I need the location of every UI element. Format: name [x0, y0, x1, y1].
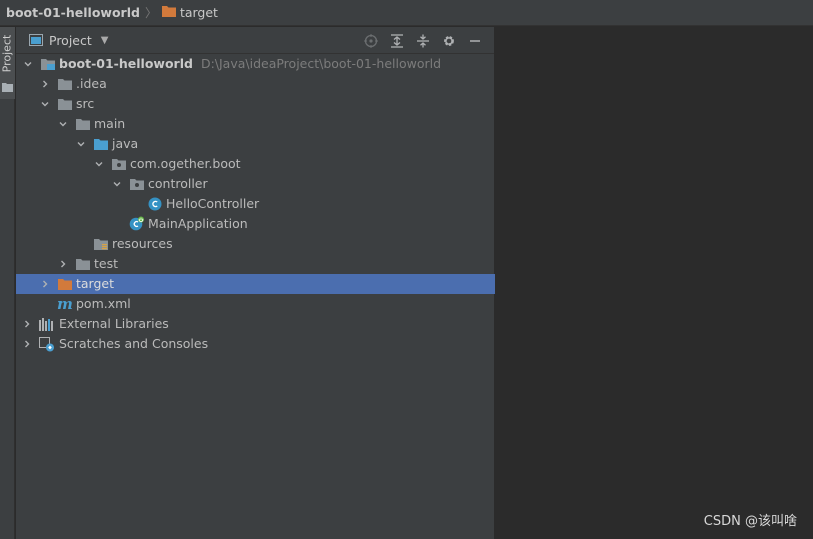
tree-item-label: Scratches and Consoles	[59, 336, 209, 351]
project-panel-header: Project ▼	[16, 27, 494, 54]
editor-area: CSDN @该叫啥	[496, 27, 813, 539]
package-icon	[111, 156, 127, 172]
tree-item-package[interactable]: com.ogether.boot	[16, 154, 495, 174]
tree-item-pom[interactable]: m pom.xml	[16, 294, 495, 314]
project-panel: Project ▼ boot-01-helloworld D:\Java\ide…	[16, 27, 495, 539]
chevron-right-icon[interactable]	[55, 254, 71, 274]
hide-panel-icon[interactable]	[462, 27, 488, 54]
class-icon	[147, 196, 163, 212]
folder-icon	[2, 80, 13, 95]
tree-item-label: resources	[112, 236, 173, 251]
tree-item-src[interactable]: src	[16, 94, 495, 114]
maven-icon: m	[57, 296, 73, 312]
locate-icon[interactable]	[358, 27, 384, 54]
tree-item-label: External Libraries	[59, 316, 169, 331]
watermark: CSDN @该叫啥	[703, 514, 797, 529]
project-name: boot-01-helloworld	[59, 56, 193, 71]
tree-item-external-libraries[interactable]: External Libraries	[16, 314, 495, 334]
project-view-icon	[29, 34, 43, 46]
folder-icon	[75, 256, 91, 272]
tree-item-java[interactable]: java	[16, 134, 495, 154]
breadcrumb-target[interactable]: target	[161, 5, 218, 20]
tree-item-label: target	[76, 276, 115, 291]
project-view-title[interactable]: Project	[49, 33, 92, 48]
resources-folder-icon	[93, 236, 109, 252]
expand-all-icon[interactable]	[384, 27, 410, 54]
breadcrumb-project[interactable]: boot-01-helloworld	[6, 5, 140, 20]
scratches-icon	[39, 336, 55, 352]
source-folder-icon	[93, 136, 109, 152]
tree-item-label: MainApplication	[148, 216, 248, 231]
chevron-down-icon[interactable]	[73, 134, 89, 154]
chevron-right-icon[interactable]	[19, 314, 35, 334]
chevron-down-icon[interactable]	[109, 174, 125, 194]
tree-item-root[interactable]: boot-01-helloworld D:\Java\ideaProject\bo…	[16, 54, 495, 74]
folder-icon	[75, 116, 91, 132]
collapse-all-icon[interactable]	[410, 27, 436, 54]
folder-icon	[161, 5, 176, 20]
chevron-down-icon[interactable]	[37, 94, 53, 114]
tree-item-label: .idea	[76, 76, 107, 91]
tree-item-label: pom.xml	[76, 296, 131, 311]
gear-icon[interactable]	[436, 27, 462, 54]
module-folder-icon	[40, 56, 56, 72]
tree-item-label: controller	[148, 176, 208, 191]
chevron-right-icon[interactable]	[37, 74, 53, 94]
chevron-right-icon[interactable]	[37, 274, 53, 294]
tree-item-label: test	[94, 256, 119, 271]
panel-toolbar	[358, 27, 488, 54]
tree-item-label: src	[76, 96, 95, 111]
tree-item-controller[interactable]: controller	[16, 174, 495, 194]
tree-item-label: com.ogether.boot	[130, 156, 241, 171]
tree-item-label: boot-01-helloworld D:\Java\ideaProject\bo…	[59, 54, 441, 74]
svg-text:m: m	[57, 297, 73, 311]
tree-item-target[interactable]: target	[16, 274, 495, 294]
library-icon	[39, 316, 55, 332]
tree-item-resources[interactable]: resources	[16, 234, 495, 254]
breadcrumb: boot-01-helloworld 〉 target	[0, 0, 813, 26]
tree-item-main[interactable]: main	[16, 114, 495, 134]
tree-item-hello-controller[interactable]: HelloController	[16, 194, 495, 214]
project-path: D:\Java\ideaProject\boot-01-helloworld	[200, 56, 442, 71]
project-tool-tab[interactable]: Project	[0, 27, 15, 99]
tree-item-label: main	[94, 116, 126, 131]
tree-item-label: java	[112, 136, 139, 151]
chevron-down-icon[interactable]: ▼	[101, 35, 109, 46]
tree-item-label: HelloController	[166, 196, 260, 211]
chevron-down-icon[interactable]	[91, 154, 107, 174]
project-tool-tab-label: Project	[0, 34, 14, 73]
tool-window-strip: Project	[0, 27, 15, 539]
chevron-down-icon[interactable]	[55, 114, 71, 134]
chevron-down-icon[interactable]	[20, 54, 36, 74]
folder-icon	[57, 96, 73, 112]
spring-boot-class-icon	[129, 216, 145, 232]
breadcrumb-separator: 〉	[144, 6, 157, 20]
folder-icon	[57, 76, 73, 92]
excluded-folder-icon	[57, 276, 73, 292]
tree-item-test[interactable]: test	[16, 254, 495, 274]
tree-item-scratches[interactable]: Scratches and Consoles	[16, 334, 495, 354]
tree-item-idea[interactable]: .idea	[16, 74, 495, 94]
breadcrumb-target-label: target	[179, 5, 218, 20]
package-icon	[129, 176, 145, 192]
chevron-right-icon[interactable]	[19, 334, 35, 354]
tree-item-main-application[interactable]: MainApplication	[16, 214, 495, 234]
